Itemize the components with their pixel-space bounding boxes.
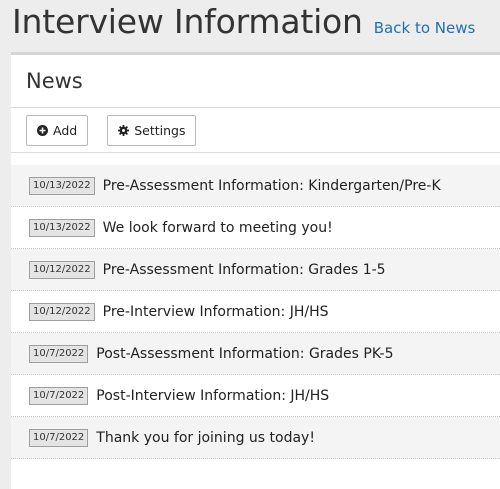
news-title: Pre-Assessment Information: Kindergarten… (102, 177, 441, 194)
plus-circle-icon (37, 124, 48, 136)
page-title: Interview Information (12, 2, 363, 41)
news-title: Post-Assessment Information: Grades PK-5 (96, 345, 394, 362)
gear-icon (118, 124, 130, 136)
date-badge: 10/13/2022 (29, 176, 95, 195)
news-panel: News Add Settings 10/13/2022 Pre-Assessm… (11, 52, 500, 489)
panel-heading: News (11, 55, 500, 108)
date-badge: 10/7/2022 (29, 386, 89, 405)
date-badge: 10/7/2022 (29, 344, 89, 363)
news-title: Post-Interview Information: JH/HS (96, 387, 330, 404)
settings-button[interactable]: Settings (107, 114, 197, 146)
settings-button-label: Settings (134, 122, 186, 138)
news-item[interactable]: 10/7/2022 Thank you for joining us today… (11, 417, 500, 459)
news-item[interactable]: 10/12/2022 Pre-Assessment Information: G… (11, 249, 500, 291)
add-button-label: Add (53, 122, 78, 138)
news-item[interactable]: 10/13/2022 We look forward to meeting yo… (11, 207, 500, 249)
news-title: Pre-Assessment Information: Grades 1-5 (102, 261, 386, 278)
date-badge: 10/12/2022 (29, 260, 95, 279)
panel-title: News (26, 69, 83, 93)
news-title: Thank you for joining us today! (96, 429, 315, 446)
page-header: Interview Information Back to News (0, 0, 500, 50)
date-badge: 10/12/2022 (29, 302, 95, 321)
news-item[interactable]: 10/7/2022 Post-Assessment Information: G… (11, 333, 500, 375)
toolbar: Add Settings (11, 108, 500, 153)
back-to-news-link[interactable]: Back to News (374, 19, 476, 37)
news-title: Pre-Interview Information: JH/HS (102, 303, 329, 320)
add-button[interactable]: Add (26, 114, 89, 146)
date-badge: 10/13/2022 (29, 218, 95, 237)
date-badge: 10/7/2022 (29, 428, 89, 447)
news-item[interactable]: 10/12/2022 Pre-Interview Information: JH… (11, 291, 500, 333)
news-title: We look forward to meeting you! (102, 219, 333, 236)
news-item[interactable]: 10/7/2022 Post-Interview Information: JH… (11, 375, 500, 417)
news-item[interactable]: 10/13/2022 Pre-Assessment Information: K… (11, 165, 500, 207)
news-list: 10/13/2022 Pre-Assessment Information: K… (11, 165, 500, 459)
